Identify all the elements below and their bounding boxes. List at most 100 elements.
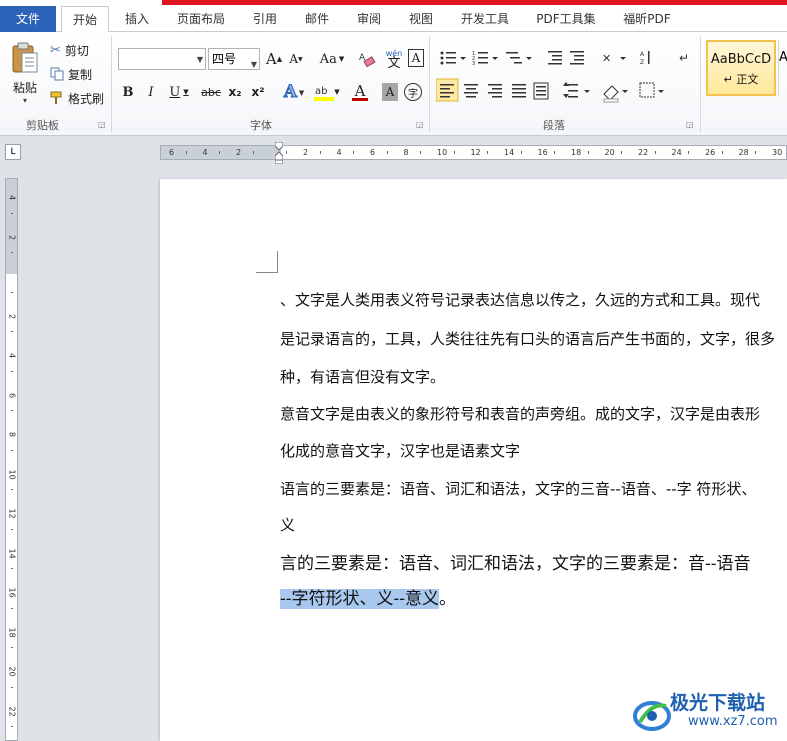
doc-line-2[interactable]: 是记录语言的，工具，人类往往先有口头的语言后产生书面的，文字，很多 [280,328,775,349]
bold-button[interactable]: B [120,82,136,102]
doc-line-5[interactable]: 化成的意音文字，汉字也是语素文字 [280,440,520,461]
dialog-launcher-icon[interactable]: ◲ [686,120,694,129]
char-border-icon: A [411,51,421,65]
tab-page-layout[interactable]: 页面布局 [166,6,236,32]
font-size-combo[interactable]: 四号 ▼ [208,48,260,70]
font-group-label: 字体 [250,119,272,132]
clear-format-button[interactable]: A [356,48,378,70]
margin-corner-mark [256,251,278,273]
doc-line-8[interactable]: 言的三要素是：语音、词汇和语法，文字的三要素是：音--语音 [280,549,751,574]
indent-marker-icon[interactable] [275,142,283,164]
ruler-tick-mark [11,686,13,688]
align-right-button[interactable] [484,79,506,101]
chinese-layout-button[interactable] [598,48,630,70]
doc-line-7[interactable]: 义 [280,514,295,535]
style-next-button[interactable]: A [778,40,787,96]
paste-button[interactable]: 粘贴 ▾ [6,38,44,108]
tab-pdf-tools[interactable]: PDF工具集 [528,6,604,32]
ruler-tick-mark [185,151,187,154]
multilevel-list-button[interactable] [504,48,536,70]
align-center-button[interactable] [460,79,482,101]
tab-file[interactable]: 文件 [0,6,56,32]
doc-line-9[interactable]: --字符形状、义--意义。 [280,584,456,609]
selected-text[interactable]: --字符形状、义--意义 [280,589,439,609]
sort-button[interactable] [638,48,660,70]
dialog-launcher-icon[interactable]: ◲ [416,120,424,129]
line-end-text[interactable]: 。 [439,589,456,609]
increase-indent-button[interactable] [568,48,590,70]
clear-format-icon: A [359,53,376,68]
document-page[interactable]: 、文字是人类用表义符号记录表达信息以传之，久远的方式和工具。现代 是记录语言的，… [160,179,787,741]
phonetic-guide-button[interactable]: wén 文 [382,46,406,72]
tab-insert[interactable]: 插入 [116,6,158,32]
strikethrough-icon: abc [201,85,221,99]
copy-button[interactable]: 复制 [50,64,92,84]
tab-home[interactable]: 开始 [61,6,109,33]
superscript-button[interactable]: x² [249,82,267,102]
scissors-icon: ✂ [50,42,61,58]
strikethrough-button[interactable]: abc [200,82,222,102]
grow-font-button[interactable]: A ▲ [265,49,283,69]
text-effects-button[interactable]: A ▼ [280,81,308,103]
tab-review[interactable]: 审阅 [348,6,390,32]
tab-foxit-pdf[interactable]: 福昕PDF [614,6,680,32]
ruler-tick-mark [554,151,556,154]
change-case-button[interactable]: Aa ▼ [318,49,346,69]
vertical-ruler[interactable]: 4 2 2 4 6 8 10 12 14 16 18 20 22 [5,178,18,741]
ruler-tick-label: 6 [370,148,376,157]
doc-line-1[interactable]: 、文字是人类用表义符号记录表达信息以传之，久远的方式和工具。现代 [280,289,760,310]
underline-button[interactable]: U ▼ [166,82,192,102]
ruler-tick-mark [319,151,321,154]
horizontal-ruler[interactable]: 6 4 2 2 4 6 8 10 12 14 16 18 20 22 24 26 28 30 [160,145,787,160]
copy-icon [50,67,64,81]
highlight-color-button[interactable]: ab ▼ [312,82,342,102]
tab-view[interactable]: 视图 [400,6,442,32]
cut-button[interactable]: ✂ 剪切 [50,40,89,60]
char-border-button[interactable]: A [408,49,424,67]
group-separator [700,36,701,132]
doc-line-6[interactable]: 语言的三要素是：语音、词汇和语法，文字的三音--语音、--字 符形状、 [280,478,756,499]
decrease-indent-button[interactable] [546,48,568,70]
shrink-font-button[interactable]: A ▼ [288,49,304,69]
font-name-combo[interactable]: ▼ [118,48,206,70]
ribbon-home: 粘贴 ▾ ✂ 剪切 复制 格式刷 剪贴板 ◲ ▼ 四号 ▼ A ▲ A ▼ Aa ▼ … [0,32,787,136]
format-painter-button[interactable]: 格式刷 [50,88,104,108]
font-color-button[interactable]: A [346,82,374,102]
group-separator [111,36,112,132]
watermark-title: 极光下载站 [670,692,766,714]
line-spacing-button[interactable] [560,79,590,101]
ruler-tick-mark [11,291,13,293]
subscript-button[interactable]: x₂ [226,82,244,102]
ruler-tick-label: 4 [336,148,342,157]
tab-mailings[interactable]: 邮件 [296,6,338,32]
dialog-launcher-icon[interactable]: ◲ [98,120,106,129]
chevron-down-icon: ▼ [183,88,189,96]
shrink-font-icon: A [289,52,299,66]
format-painter-icon [50,91,62,104]
superscript-icon: x² [251,85,265,99]
ruler-tick-mark [520,151,522,154]
char-shading-button[interactable]: A [382,83,398,101]
tab-selector-button[interactable]: L [5,144,21,160]
doc-line-3[interactable]: 种，有语言但没有文字。 [280,366,445,387]
ruler-tick-label: 6 [7,392,17,398]
justify-button[interactable] [508,79,530,101]
shading-button[interactable] [602,79,632,101]
align-left-button[interactable] [436,79,458,101]
borders-button[interactable] [638,79,668,101]
ruler-tick-mark [219,151,221,154]
paste-icon [12,42,38,73]
tab-references[interactable]: 引用 [244,6,286,32]
show-marks-button[interactable] [674,48,696,70]
style-normal-button[interactable]: AaBbCcD ↵ 正文 [706,40,776,96]
ruler-tick-mark [11,568,13,570]
doc-line-4[interactable]: 意音文字是由表义的象形符号和表音的声旁组。成的文字，汉字是由表形 [280,403,760,424]
ruler-tick-label: 14 [504,148,515,157]
bullets-button[interactable] [436,48,468,70]
numbering-button[interactable] [470,48,502,70]
tab-developer[interactable]: 开发工具 [452,6,518,32]
italic-button[interactable]: I [143,82,159,102]
paragraph-group-label: 段落 [543,119,565,132]
distributed-button[interactable] [532,79,554,101]
enclose-char-button[interactable]: 字 [404,83,422,101]
